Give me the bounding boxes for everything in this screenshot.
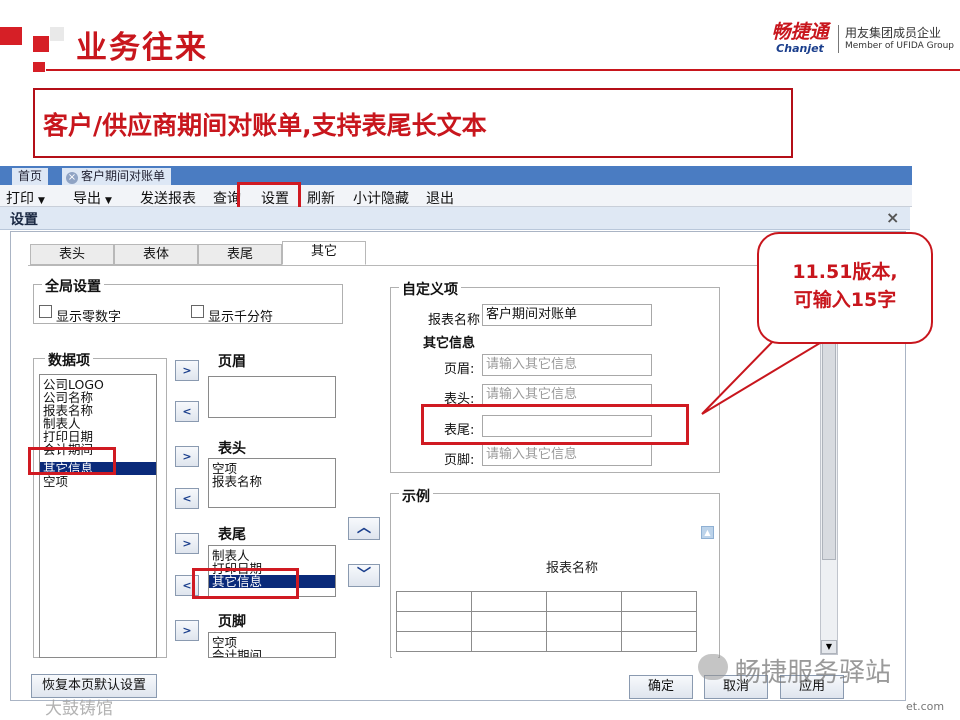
toolbar: [0, 185, 912, 207]
show-thousands-checkbox[interactable]: [191, 305, 204, 318]
ok-button[interactable]: 确定: [629, 675, 693, 699]
page-header-list[interactable]: [208, 376, 336, 418]
global-settings-legend: 全局设置: [42, 276, 104, 296]
decor-block: [50, 27, 64, 41]
table-header-input[interactable]: 请输入其它信息: [482, 384, 652, 406]
preview-legend: 示例: [399, 486, 433, 506]
preview-table: [396, 591, 697, 652]
highlight-data-item: [28, 447, 116, 475]
toolbar-refresh[interactable]: 刷新: [307, 188, 335, 208]
toolbar-exit[interactable]: 退出: [426, 188, 454, 208]
data-items-list[interactable]: 公司LOGO 公司名称 报表名称 制表人 打印日期 会计期间 其它信息 空项: [39, 374, 157, 658]
add-report-header-button[interactable]: >: [175, 446, 199, 467]
dialog-title: 设置: [10, 212, 38, 228]
watermark-left: 大鼓铸馆: [45, 699, 113, 719]
show-zero-label: 显示零数字: [56, 310, 122, 325]
subtitle: 客户/供应商期间对账单,支持表尾长文本: [43, 111, 487, 140]
page-footer-legend: 页脚: [215, 611, 249, 631]
close-icon[interactable]: ×: [886, 208, 899, 227]
toolbar-export[interactable]: 导出 ▼: [73, 188, 112, 208]
data-items-legend: 数据项: [45, 350, 93, 370]
tab-table-header[interactable]: 表头: [30, 244, 114, 265]
tab-home[interactable]: 首页: [12, 168, 49, 185]
show-zero-checkbox[interactable]: [39, 305, 52, 318]
show-thousands-label: 显示千分符: [208, 310, 274, 325]
move-down-button[interactable]: ﹀: [348, 564, 380, 587]
other-info-title: 其它信息: [420, 332, 479, 351]
decor-block: [33, 62, 45, 72]
tab-report[interactable]: × 客户期间对账单: [62, 168, 172, 185]
page-footer-field-label: 页脚:: [444, 453, 475, 468]
tab-report-label: 客户期间对账单: [81, 169, 166, 183]
callout-text: 11.51版本, 可输入15字: [757, 258, 933, 314]
toolbar-export-label: 导出: [73, 191, 101, 207]
toolbar-send[interactable]: 发送报表: [140, 188, 196, 208]
remove-report-header-button[interactable]: <: [175, 488, 199, 509]
brand-sub: Chanjet: [776, 42, 824, 55]
brand-logo: 畅捷通: [771, 21, 829, 43]
toolbar-print-label: 打印: [6, 191, 34, 207]
list-item[interactable]: 空项: [40, 475, 156, 488]
highlight-footer-item: [192, 568, 299, 599]
callout-line1: 11.51版本,: [792, 261, 898, 283]
brand-divider: [838, 25, 839, 53]
scroll-up-icon[interactable]: ▲: [701, 526, 714, 539]
list-item[interactable]: 会计期间: [209, 649, 335, 657]
decor-block: [0, 27, 22, 45]
chevron-down-icon: ▼: [38, 196, 45, 206]
page-header-legend: 页眉: [215, 351, 249, 371]
remove-page-header-button[interactable]: <: [175, 401, 199, 422]
chevron-down-icon: ▼: [105, 196, 112, 206]
add-report-footer-button[interactable]: >: [175, 533, 199, 554]
tab-panel-border: [28, 265, 828, 266]
page-header-input[interactable]: 请输入其它信息: [482, 354, 652, 376]
report-name-label: 报表名称: [428, 313, 481, 328]
dialog-titlebar: [0, 207, 910, 230]
page-header-field-label: 页眉:: [444, 362, 475, 377]
page-footer-input[interactable]: 请输入其它信息: [482, 444, 652, 466]
wechat-icon: [698, 654, 728, 680]
toolbar-hide-subtotal[interactable]: 小计隐藏: [353, 188, 409, 208]
custom-items-legend: 自定义项: [399, 279, 461, 299]
title-rule: [46, 69, 960, 71]
page-footer-list[interactable]: 空项 会计期间: [208, 632, 336, 658]
list-item[interactable]: 报表名称: [209, 475, 335, 488]
add-page-header-button[interactable]: >: [175, 360, 199, 381]
report-header-legend: 表头: [215, 438, 249, 458]
tab-table-footer[interactable]: 表尾: [198, 244, 282, 265]
toolbar-print[interactable]: 打印 ▼: [6, 188, 45, 208]
highlight-footer-input: [421, 404, 689, 445]
tab-other[interactable]: 其它: [282, 241, 366, 265]
decor-block: [33, 36, 49, 52]
preview-report-name: 报表名称: [546, 561, 599, 576]
callout-line2: 可输入15字: [793, 289, 897, 311]
report-footer-legend: 表尾: [215, 524, 249, 544]
add-page-footer-button[interactable]: >: [175, 620, 199, 641]
watermark-right: et.com: [906, 700, 945, 713]
report-name-input[interactable]: 客户期间对账单: [482, 304, 652, 326]
slide-title: 业务往来: [76, 30, 208, 66]
brand-tagline-en: Member of UFIDA Group: [845, 41, 955, 51]
tab-table-body[interactable]: 表体: [114, 244, 198, 265]
close-icon[interactable]: ×: [66, 172, 78, 184]
move-up-button[interactable]: ︿: [348, 517, 380, 540]
watermark-wechat: 畅捷服务驿站: [735, 658, 892, 688]
report-header-list[interactable]: 空项 报表名称: [208, 458, 336, 508]
brand-tagline: 用友集团成员企业: [845, 26, 942, 40]
